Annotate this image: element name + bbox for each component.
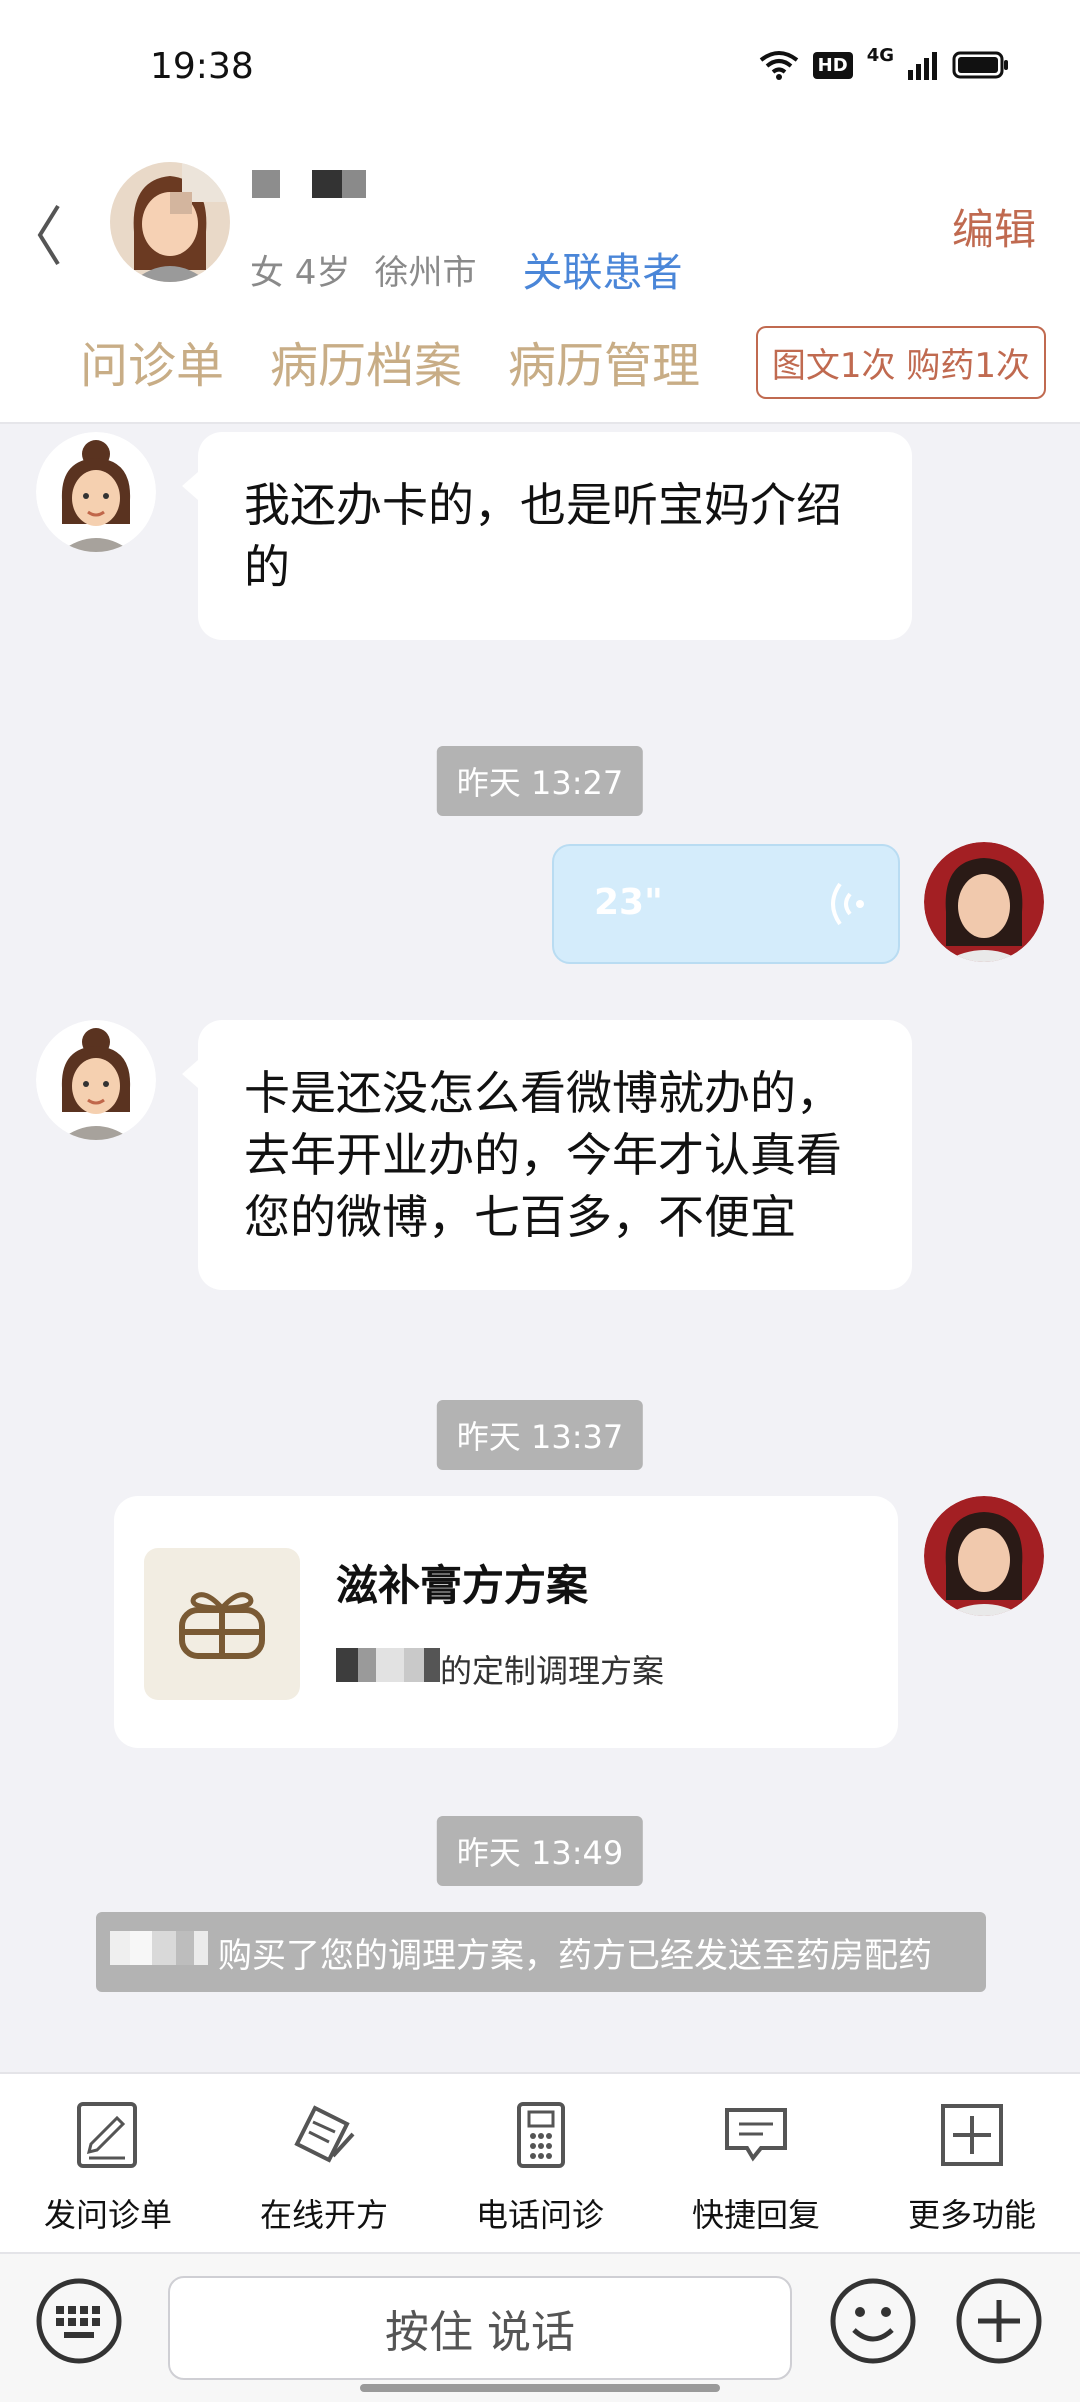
phone-consult-label: 电话问诊	[475, 2196, 604, 2234]
patient-message-1[interactable]: 我还办卡的，也是听宝妈介绍的	[182, 432, 912, 640]
doctor-avatar-1[interactable]	[924, 842, 1044, 962]
patient-name-redacted	[252, 170, 366, 198]
hd-badge: HD	[812, 51, 853, 79]
send-form-button[interactable]: 发问诊单	[0, 2074, 216, 2252]
redacted-name	[336, 1648, 440, 1690]
voice-duration: 23"	[594, 882, 663, 923]
network-label: 4G	[866, 44, 894, 66]
emoji-icon[interactable]	[828, 2276, 918, 2366]
status-time: 19:38	[150, 46, 254, 87]
tab-medical-records[interactable]: 病历档案	[270, 326, 462, 396]
send-form-label: 发问诊单	[43, 2196, 172, 2234]
link-patient-button[interactable]: 关联患者	[522, 240, 682, 298]
patient-message-2[interactable]: 卡是还没怎么看微博就办的，去年开业办的，今年才认真看您的微博，七百多，不便宜	[182, 1020, 912, 1290]
status-bar: 19:38 HD 4G	[0, 0, 1080, 140]
voice-message[interactable]: 23"	[552, 844, 900, 964]
wifi-icon	[759, 51, 798, 80]
patient-avatar-chat-2[interactable]	[36, 1020, 156, 1140]
send-form-icon	[77, 2102, 137, 2168]
system-notice: 购买了您的调理方案，药方已经发送至药房配药	[96, 1912, 986, 1992]
prescription-icon	[294, 2105, 355, 2163]
online-prescription-label: 在线开方	[259, 2196, 388, 2234]
timestamp-1: 昨天 13:27	[436, 746, 644, 816]
plan-card[interactable]: 滋补膏方方案 的定制调理方案	[114, 1496, 898, 1748]
tab-consult-form[interactable]: 问诊单	[80, 326, 224, 396]
hold-to-talk-button[interactable]: 按住 说话	[168, 2276, 792, 2380]
phone-icon	[517, 2102, 565, 2168]
edit-button[interactable]: 编辑	[952, 196, 1036, 257]
timestamp-3: 昨天 13:49	[436, 1816, 644, 1886]
plan-title: 滋补膏方方案	[336, 1561, 589, 1610]
quick-reply-icon	[725, 2108, 787, 2162]
service-stats-badge[interactable]: 图文1次 购药1次	[755, 326, 1046, 399]
keyboard-icon[interactable]	[34, 2276, 124, 2366]
more-icon	[941, 2104, 1003, 2166]
function-toolbar: 发问诊单 在线开方 电话问诊 快捷回复 更多功能	[0, 2072, 1080, 2252]
home-indicator	[360, 2384, 720, 2392]
timestamp-2: 昨天 13:37	[436, 1400, 644, 1470]
battery-icon	[952, 51, 1008, 79]
quick-reply-label: 快捷回复	[691, 2196, 820, 2234]
input-bar: 按住 说话	[0, 2252, 1080, 2402]
system-notice-text: 购买了您的调理方案，药方已经发送至药房配药	[218, 1935, 932, 1976]
tab-records-management[interactable]: 病历管理	[508, 326, 700, 396]
more-functions-button[interactable]: 更多功能	[864, 2074, 1080, 2252]
patient-city: 徐州市	[374, 252, 477, 293]
patient-avatar[interactable]	[110, 162, 230, 282]
back-arrow-icon[interactable]	[34, 200, 64, 270]
signal-icon	[908, 52, 937, 80]
quick-reply-button[interactable]: 快捷回复	[648, 2074, 864, 2252]
patient-gender-age: 女 4岁	[250, 252, 351, 293]
doctor-avatar-2[interactable]	[924, 1496, 1044, 1616]
phone-consult-button[interactable]: 电话问诊	[432, 2074, 648, 2252]
patient-avatar-chat[interactable]	[36, 432, 156, 552]
plus-icon[interactable]	[954, 2276, 1044, 2366]
patient-header: 女 4岁 徐州市 关联患者 编辑 问诊单 病历档案 病历管理 图文1次 购药1次	[0, 140, 1080, 424]
more-functions-label: 更多功能	[907, 2196, 1036, 2234]
gift-box-icon	[144, 1548, 300, 1700]
online-prescription-button[interactable]: 在线开方	[216, 2074, 432, 2252]
redacted-name-2	[110, 1930, 208, 1974]
voice-wave-icon	[831, 882, 864, 926]
plan-subtitle: 的定制调理方案	[440, 1652, 665, 1690]
